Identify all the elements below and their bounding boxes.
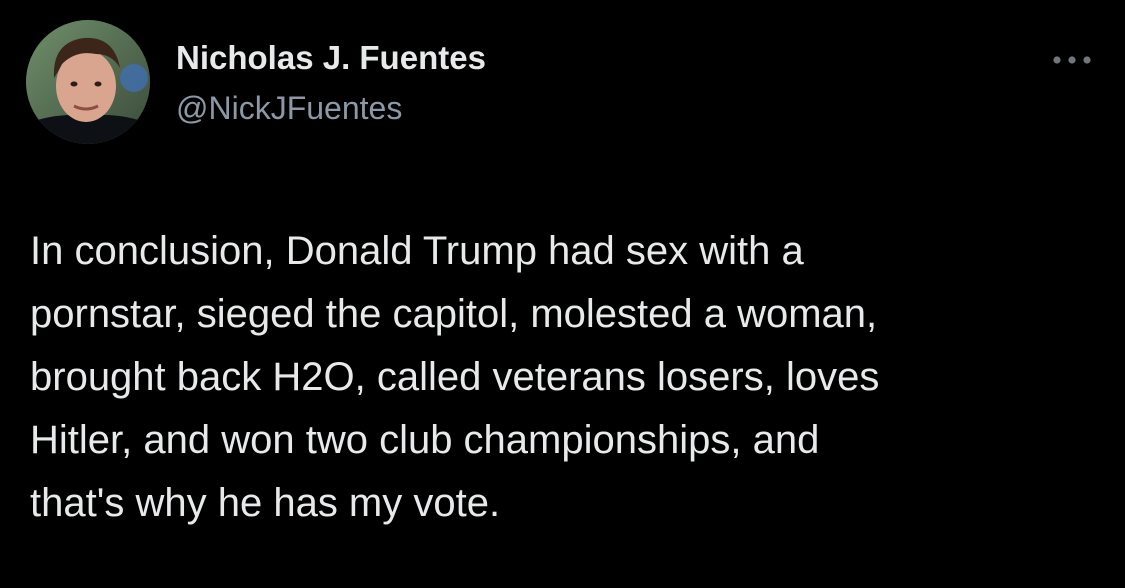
- avatar[interactable]: [26, 20, 150, 144]
- tweet-card: Nicholas J. Fuentes @NickJFuentes In con…: [0, 0, 1125, 588]
- more-options-button[interactable]: [1044, 42, 1100, 78]
- author-handle[interactable]: @NickJFuentes: [176, 88, 402, 128]
- tweet-text: In conclusion, Donald Trump had sex with…: [30, 229, 880, 525]
- author-display-name[interactable]: Nicholas J. Fuentes: [176, 38, 486, 78]
- profile-photo-icon: [26, 20, 150, 144]
- more-horizontal-icon: [1053, 56, 1091, 64]
